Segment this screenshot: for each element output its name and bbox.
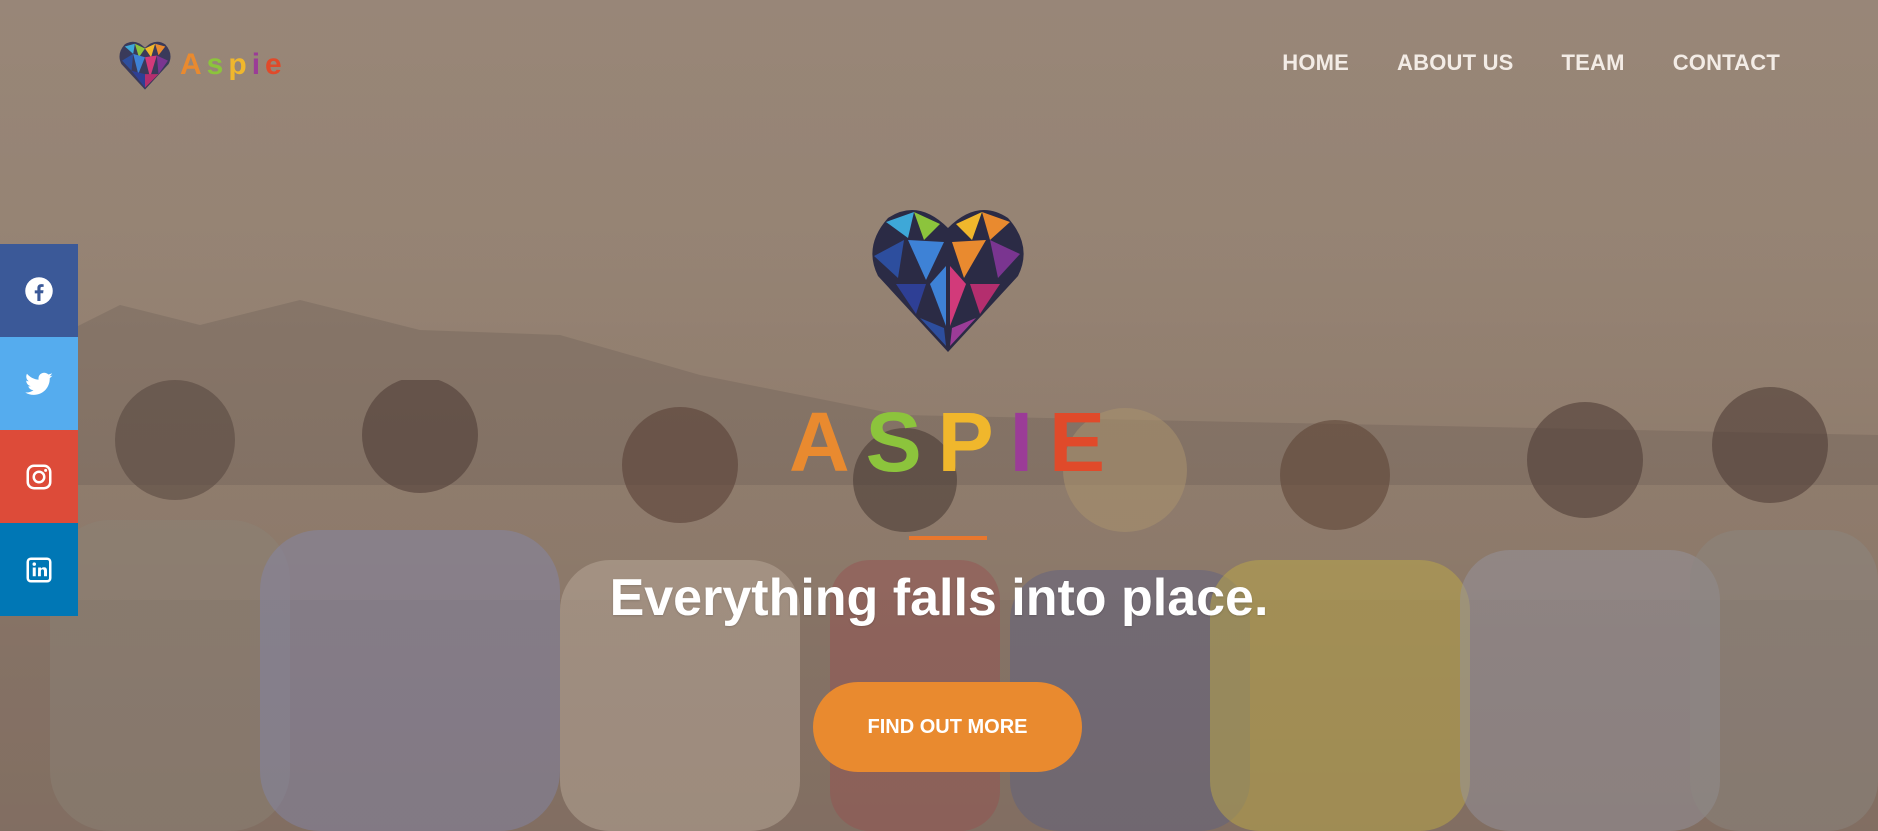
- title-letter: I: [1009, 395, 1050, 489]
- heart-mosaic-logo: [872, 210, 1024, 352]
- title-letter: E: [1049, 395, 1122, 489]
- hero-tagline: Everything falls into place.: [609, 569, 1269, 627]
- hero-title: ASPIE: [0, 400, 1878, 484]
- title-letter: A: [788, 395, 866, 489]
- title-letter: S: [865, 395, 938, 489]
- title-letter: P: [937, 395, 1010, 489]
- hero-content: ASPIE Everything falls into place. FIND …: [0, 0, 1878, 831]
- title-divider: [909, 536, 987, 540]
- find-out-more-button[interactable]: FIND OUT MORE: [813, 682, 1082, 772]
